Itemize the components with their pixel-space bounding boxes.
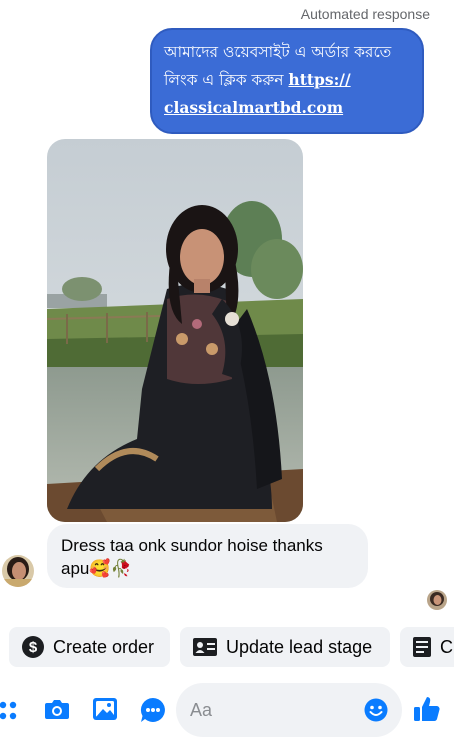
apps-grid-icon[interactable] — [0, 699, 20, 727]
contact-avatar[interactable] — [2, 555, 34, 587]
shared-photo[interactable] — [47, 139, 303, 522]
gallery-icon[interactable] — [92, 697, 118, 725]
update-lead-stage-button[interactable]: Update lead stage — [180, 627, 390, 667]
camera-icon[interactable] — [44, 697, 70, 725]
outgoing-message-bubble: আমাদের ওয়েবসাইট এ অর্ডার করতে লিংক এ ক্… — [150, 28, 424, 134]
message-input-placeholder: Aa — [190, 699, 213, 720]
message-composer: Aa — [0, 683, 454, 738]
update-lead-stage-label: Update lead stage — [226, 636, 373, 657]
incoming-message-bubble: Dress taa onk sundor hoise thanks apu🥰🥀 — [47, 524, 368, 588]
quick-actions-bar: $ Create order Update lead stage C — [0, 627, 454, 667]
incoming-message-text: Dress taa onk sundor hoise thanks apu🥰🥀 — [61, 536, 323, 578]
website-link-domain[interactable]: classicalmartbd.com — [164, 98, 343, 117]
read-receipt-avatar — [427, 590, 447, 610]
create-order-button[interactable]: $ Create order — [9, 627, 170, 667]
svg-text:$: $ — [29, 639, 38, 656]
message-input[interactable]: Aa — [176, 683, 402, 737]
thumbs-up-icon[interactable] — [413, 695, 441, 727]
automated-response-label: Automated response — [300, 6, 430, 22]
create-order-label: Create order — [53, 636, 155, 657]
dollar-circle-icon: $ — [21, 635, 45, 659]
more-action-label: C — [440, 636, 453, 657]
emoji-icon[interactable] — [364, 698, 388, 727]
invoice-icon — [412, 636, 432, 658]
outgoing-message-text: আমাদের ওয়েবসাইট এ অর্ডার করতে লিংক এ ক্… — [164, 43, 392, 89]
website-link-scheme[interactable]: https:// — [288, 70, 350, 89]
contact-card-icon — [192, 637, 218, 657]
saved-reply-icon[interactable] — [140, 697, 166, 727]
more-action-button[interactable]: C — [400, 627, 454, 667]
